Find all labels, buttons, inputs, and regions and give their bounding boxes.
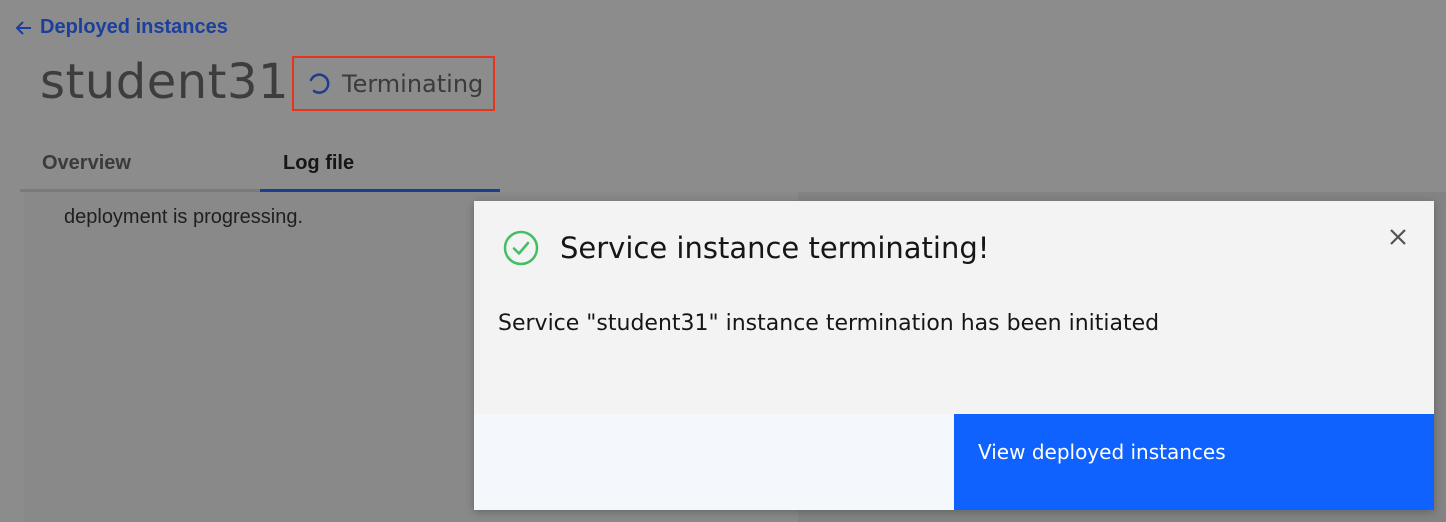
modal-heading: Service instance terminating! — [502, 229, 989, 267]
status-text: Terminating — [342, 69, 484, 98]
modal-title: Service instance terminating! — [560, 231, 990, 265]
view-deployed-instances-button[interactable]: View deployed instances — [954, 414, 1434, 510]
page-title: student31 — [40, 54, 290, 110]
close-button[interactable] — [1386, 225, 1410, 249]
spinner-icon — [309, 72, 330, 94]
checkmark-circle-icon — [503, 230, 539, 266]
footer-spacer — [474, 414, 954, 510]
notification-modal: Service instance terminating! Service "s… — [474, 201, 1434, 510]
status-badge: Terminating — [292, 56, 495, 111]
tab-overview[interactable]: Overview — [20, 140, 260, 192]
close-icon — [1390, 229, 1406, 245]
arrow-left-icon — [15, 20, 31, 35]
tab-list: Overview Log file — [20, 140, 500, 192]
modal-footer: View deployed instances — [474, 414, 1434, 510]
page: Deployed instances student31 Terminating… — [0, 0, 1446, 522]
back-link[interactable]: Deployed instances — [14, 16, 228, 39]
modal-message: Service "student31" instance termination… — [498, 311, 1160, 336]
tab-log-file[interactable]: Log file — [260, 140, 500, 192]
back-link-label: Deployed instances — [40, 16, 228, 38]
log-text: deployment is progressing. — [64, 206, 304, 228]
